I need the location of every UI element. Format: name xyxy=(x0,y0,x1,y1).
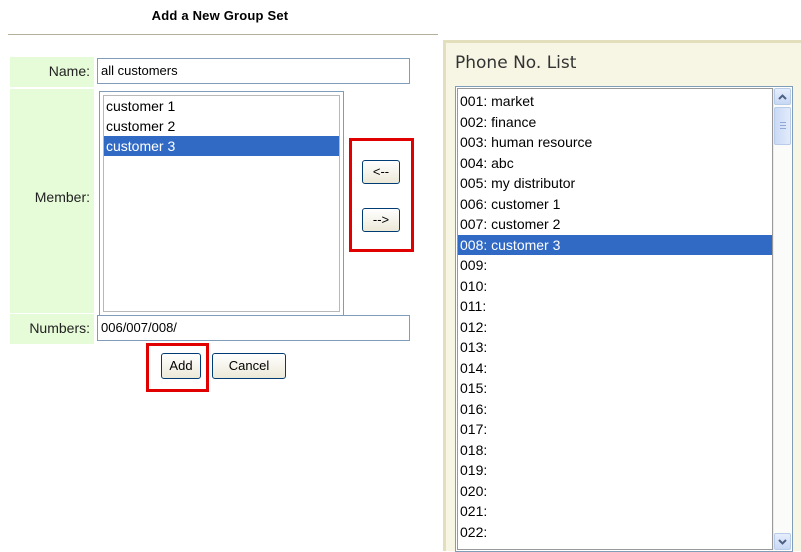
chevron-up-icon xyxy=(778,93,787,100)
member-list-item[interactable]: customer 3 xyxy=(104,136,339,156)
phone-list-item[interactable]: 006: customer 1 xyxy=(458,194,772,215)
phone-list-item[interactable]: 017: xyxy=(458,419,772,440)
phone-listbox[interactable]: 001: market 002: finance 003: human resour… xyxy=(455,86,793,552)
phone-list-item[interactable]: 020: xyxy=(458,481,772,502)
member-list-item[interactable]: customer 2 xyxy=(104,116,339,136)
thumb-grip-line xyxy=(780,128,786,129)
phone-list-items: 001: market 002: finance 003: human resour… xyxy=(457,88,773,550)
move-left-button[interactable]: <-- xyxy=(362,160,400,184)
phone-list-item[interactable]: 002: finance xyxy=(458,112,772,133)
name-input[interactable]: all customers xyxy=(97,58,410,84)
phone-list-item[interactable]: 014: xyxy=(458,358,772,379)
phone-list-item[interactable]: 012: xyxy=(458,317,772,338)
scroll-thumb[interactable] xyxy=(774,107,791,145)
move-buttons-highlight xyxy=(349,138,414,252)
thumb-grip-line xyxy=(780,122,786,123)
phone-list-scrollbar[interactable] xyxy=(773,88,791,550)
phone-list-item[interactable]: 010: xyxy=(458,276,772,297)
member-label: Member: xyxy=(34,189,90,205)
name-label: Name: xyxy=(48,63,90,79)
member-label-cell: Member: xyxy=(10,89,94,313)
cancel-button[interactable]: Cancel xyxy=(212,353,286,379)
phone-list-title: Phone No. List xyxy=(455,53,577,73)
phone-list-panel: Phone No. List 001: market 002: finance 00… xyxy=(443,40,801,552)
scroll-up-button[interactable] xyxy=(774,88,791,105)
move-right-button[interactable]: --> xyxy=(362,208,400,232)
phone-list-item[interactable]: 016: xyxy=(458,399,772,420)
numbers-label: Numbers: xyxy=(29,320,90,336)
thumb-grip-line xyxy=(780,125,786,126)
phone-list-item[interactable]: 007: customer 2 xyxy=(458,214,772,235)
phone-list-item[interactable]: 003: human resource xyxy=(458,132,772,153)
title-divider xyxy=(8,34,438,35)
phone-list-item[interactable]: 001: market xyxy=(458,91,772,112)
phone-list-item[interactable]: 018: xyxy=(458,440,772,461)
phone-list-item[interactable]: 008: customer 3 xyxy=(458,234,772,255)
member-list-items: customer 1 customer 2 customer 3 xyxy=(103,95,340,312)
phone-list-item[interactable]: 004: abc xyxy=(458,153,772,174)
page-title: Add a New Group Set xyxy=(151,8,289,23)
phone-list-item[interactable]: 009: xyxy=(458,255,772,276)
phone-list-item[interactable]: 022: xyxy=(458,522,772,543)
add-button[interactable]: Add xyxy=(161,353,201,379)
phone-list-item[interactable]: 015: xyxy=(458,378,772,399)
member-listbox[interactable]: customer 1 customer 2 customer 3 xyxy=(99,91,344,316)
phone-list-item[interactable]: 021: xyxy=(458,501,772,522)
scroll-down-button[interactable] xyxy=(774,533,791,550)
numbers-label-cell: Numbers: xyxy=(10,314,94,344)
phone-list-item[interactable]: 013: xyxy=(458,337,772,358)
phone-list-item[interactable]: 019: xyxy=(458,460,772,481)
chevron-down-icon xyxy=(778,538,787,545)
numbers-input[interactable]: 006/007/008/ xyxy=(97,315,410,341)
member-list-item[interactable]: customer 1 xyxy=(104,96,339,116)
name-label-cell: Name: xyxy=(10,57,94,87)
phone-list-item[interactable]: 005: my distributor xyxy=(458,173,772,194)
phone-list-item[interactable]: 011: xyxy=(458,296,772,317)
